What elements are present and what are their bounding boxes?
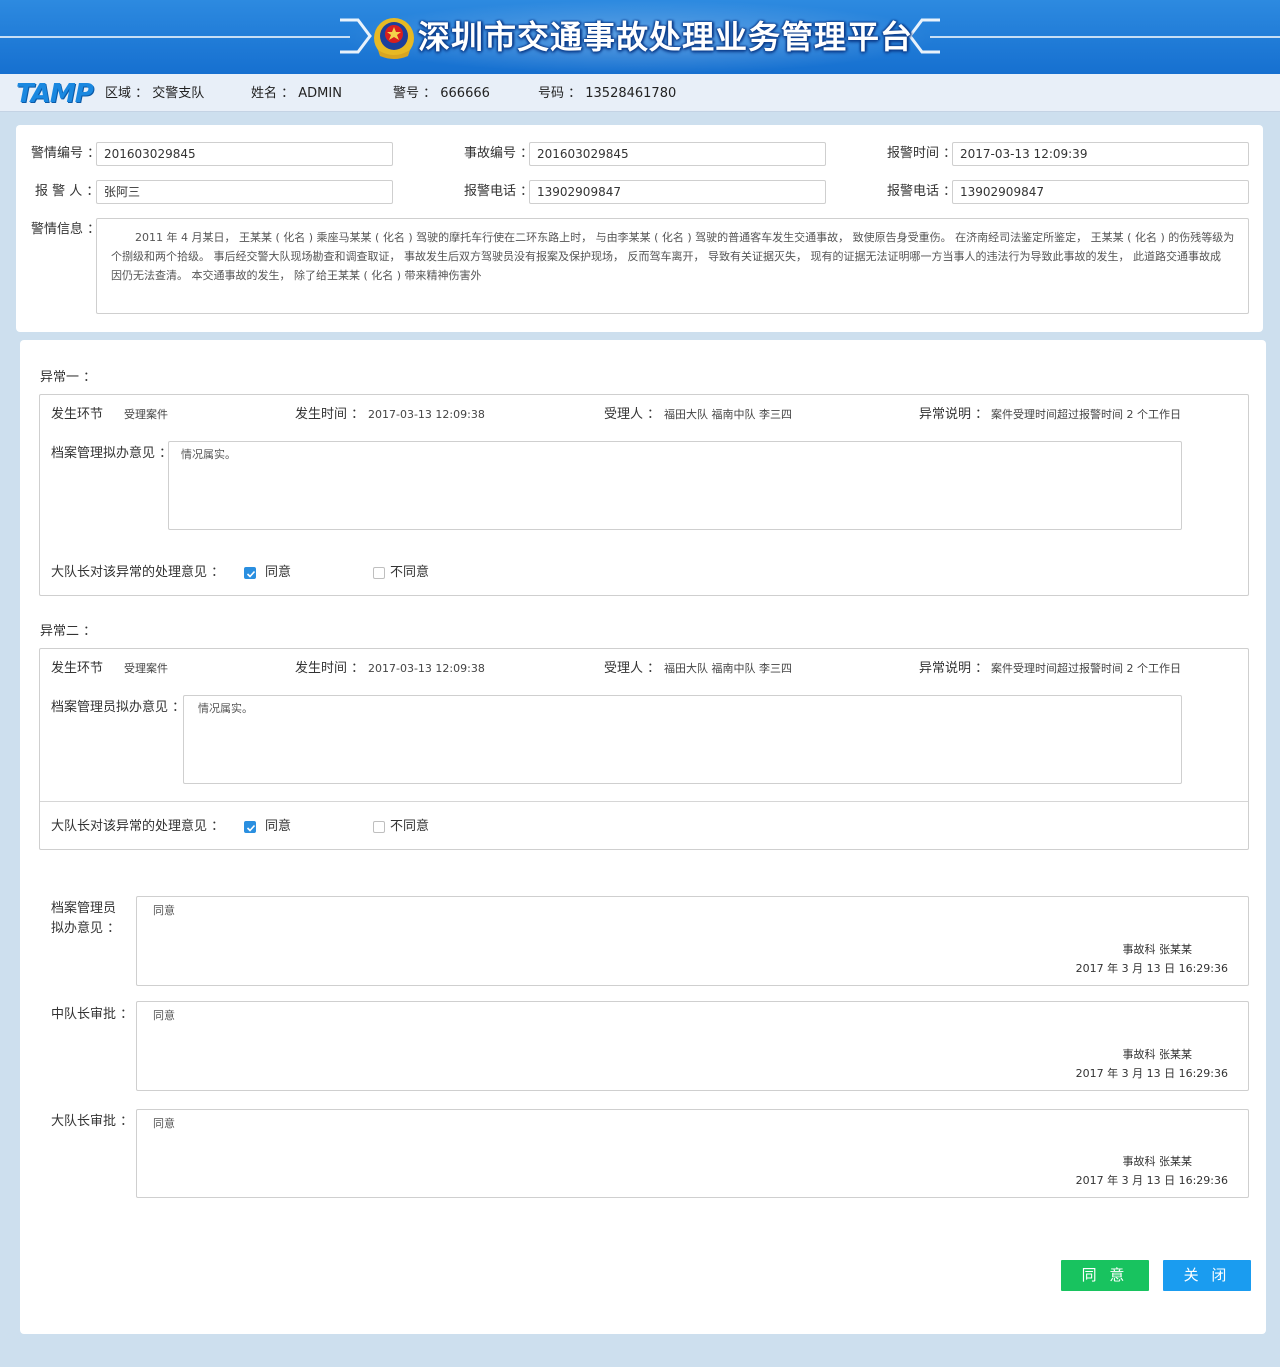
exception-2-handler: 福田大队 福南中队 李三四: [664, 662, 792, 675]
exception-2-stage-label: 发生环节: [51, 661, 104, 676]
phone-info: 号码 ： 13528461780: [538, 86, 677, 101]
header-banner: 深圳市交通事故处理业务管理平台: [0, 0, 1280, 74]
exception-1-disagree-checkbox[interactable]: [373, 567, 385, 579]
exception-2-disagree-label[interactable]: 不同意: [390, 819, 429, 835]
approval-brigade-text: 同意: [153, 1117, 175, 1130]
exception-2-divider: [40, 801, 1248, 802]
banner-chevron-left-icon: [340, 18, 372, 54]
approval-brigade-date: 2017 年 3 月 13 日 16:29:36: [1075, 1174, 1228, 1187]
approval-archive-label: 档案管理员 拟办意见 ：: [51, 899, 120, 939]
report-phone2-label: 报警电话 ：: [887, 184, 957, 199]
badge-info: 警号 ： 666666: [393, 86, 490, 101]
police-emblem-icon: [374, 18, 414, 59]
approval-squad-label: 中队长审批 ：: [51, 1007, 134, 1022]
alarm-info-label: 警情信息 ：: [31, 222, 101, 237]
exception-2-time: 2017-03-13 12:09:38: [368, 662, 485, 675]
alarm-no-field[interactable]: 201603029845: [96, 142, 393, 166]
approval-brigade-label: 大队长审批 ：: [51, 1114, 134, 1129]
reporter-label: 报 警 人 ：: [35, 184, 100, 199]
exception-2-opinion-textarea[interactable]: 情况属实。: [183, 695, 1182, 784]
exception-2-desc-label: 异常说明 ：: [919, 661, 989, 676]
exception-1-opinion-label: 档案管理拟办意见 ：: [51, 446, 173, 461]
alarm-no-label: 警情编号 ：: [31, 146, 101, 161]
exception-1-time-label: 发生时间 ：: [295, 407, 365, 422]
exception-1-time: 2017-03-13 12:09:38: [368, 408, 485, 421]
close-button[interactable]: 关 闭: [1163, 1260, 1251, 1291]
name-info: 姓名 ： ADMIN: [251, 86, 342, 101]
alarm-info-line3: 因仍无法查清。 本交通事故的发生， 除了给王某某 ( 化名 ) 带来精神伤害外: [111, 269, 482, 282]
exception-1-handler: 福田大队 福南中队 李三四: [664, 408, 792, 421]
approval-squad-dept: 事故科 张某某: [1122, 1048, 1193, 1061]
exception-1-opinion-text: 情况属实。: [181, 448, 236, 461]
tamp-logo: TAMP: [16, 79, 94, 109]
exception-2-agree-label[interactable]: 同意: [265, 819, 291, 835]
exception-2-disagree-checkbox[interactable]: [373, 821, 385, 833]
exception-1-stage: 受理案件: [124, 408, 168, 421]
report-phone-field[interactable]: 13902909847: [529, 180, 826, 204]
exception-2-opinion-label: 档案管理员拟办意见 ：: [51, 700, 186, 715]
exception-2-agree-checkbox[interactable]: [244, 821, 256, 833]
exception-2-desc: 案件受理时间超过报警时间 2 个工作日: [991, 662, 1181, 675]
agree-button[interactable]: 同 意: [1061, 1260, 1149, 1291]
exception-1-leader-label: 大队长对该异常的处理意见 ：: [51, 565, 225, 580]
approval-brigade-dept: 事故科 张某某: [1122, 1155, 1193, 1168]
accident-no-field[interactable]: 201603029845: [529, 142, 826, 166]
approval-squad-date: 2017 年 3 月 13 日 16:29:36: [1075, 1067, 1228, 1080]
exception-2-leader-label: 大队长对该异常的处理意见 ：: [51, 819, 225, 834]
accident-no-label: 事故编号 ：: [464, 146, 534, 161]
exception-2-handler-label: 受理人 ：: [604, 661, 661, 676]
report-phone2-field[interactable]: 13902909847: [952, 180, 1249, 204]
exception-1-desc: 案件受理时间超过报警时间 2 个工作日: [991, 408, 1181, 421]
alarm-info-line1: 2011 年 4 月某日， 王某某 ( 化名 ) 乘座马某某 ( 化名 ) 驾驶…: [135, 231, 1234, 244]
banner-line-right: [930, 36, 1280, 38]
exception-1-desc-label: 异常说明 ：: [919, 407, 989, 422]
exception-2-time-label: 发生时间 ：: [295, 661, 365, 676]
report-time-label: 报警时间 ：: [887, 146, 957, 161]
exception-1-disagree-label[interactable]: 不同意: [390, 565, 429, 581]
banner-line-left: [0, 36, 350, 38]
exception-1-stage-label: 发生环节: [51, 407, 104, 422]
checkmark-icon: [246, 824, 256, 832]
exception-1-agree-checkbox[interactable]: [244, 567, 256, 579]
exception-2-opinion-text: 情况属实。: [198, 702, 253, 715]
exception-2-title: 异常二 ：: [40, 624, 97, 639]
exception-1-title: 异常一 ：: [40, 370, 97, 385]
approval-squad-text: 同意: [153, 1009, 175, 1022]
report-phone-label: 报警电话 ：: [464, 184, 534, 199]
checkmark-icon: [246, 570, 256, 578]
approval-archive-date: 2017 年 3 月 13 日 16:29:36: [1075, 962, 1228, 975]
page-title: 深圳市交通事故处理业务管理平台: [418, 18, 914, 56]
approval-archive-text: 同意: [153, 904, 175, 917]
alarm-info-textarea[interactable]: 2011 年 4 月某日， 王某某 ( 化名 ) 乘座马某某 ( 化名 ) 驾驶…: [96, 218, 1249, 314]
exception-1-opinion-textarea[interactable]: 情况属实。: [168, 441, 1182, 530]
report-time-field[interactable]: 2017-03-13 12:09:39: [952, 142, 1249, 166]
exception-2-stage: 受理案件: [124, 662, 168, 675]
exception-1-handler-label: 受理人 ：: [604, 407, 661, 422]
alarm-info-line2: 个捌级和两个拾级。 事后经交警大队现场勘查和调查取证， 事故发生后双方驾驶员没有…: [111, 250, 1221, 263]
exception-1-agree-label[interactable]: 同意: [265, 565, 291, 581]
reporter-field[interactable]: 张阿三: [96, 180, 393, 204]
approval-archive-label-line2: 拟办意见 ：: [51, 921, 121, 936]
approval-archive-dept: 事故科 张某某: [1122, 943, 1193, 956]
approval-archive-label-line1: 档案管理员: [51, 901, 117, 916]
region-info: 区域 ： 交警支队: [105, 86, 205, 101]
